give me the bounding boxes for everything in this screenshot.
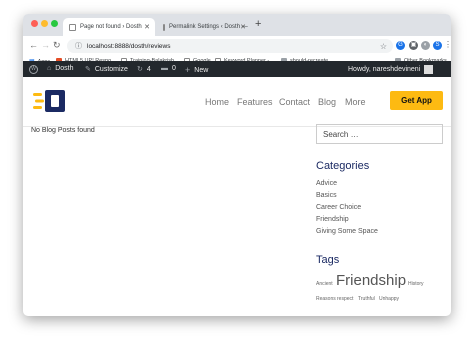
category-link[interactable]: Advice	[316, 180, 337, 187]
wp-logo-button[interactable]: W	[29, 65, 38, 74]
close-tab-icon[interactable]: ✕	[144, 23, 150, 31]
category-link[interactable]: Career Choice	[316, 204, 361, 211]
site-name-link[interactable]: ⌂ Dosth	[47, 65, 74, 72]
tab-page-not-found[interactable]: Page not found › Dosth ✕	[63, 18, 155, 36]
updates-link[interactable]: ↻ 4	[137, 65, 151, 74]
comments-link[interactable]: ▬ 0	[161, 65, 176, 72]
address-bar: ← → ↻ ⓘ localhost:8888/dosth/reviews ☆ G…	[23, 36, 451, 56]
minimize-window-button[interactable]	[41, 20, 48, 27]
howdy-label: Howdy, nareshdevineni	[348, 66, 421, 73]
comment-icon: ▬	[161, 65, 168, 72]
new-content-link[interactable]: + New	[185, 65, 208, 75]
customize-label: Customize	[94, 65, 128, 73]
reload-icon[interactable]: ↻	[53, 40, 61, 51]
nav-contact[interactable]: Contact	[279, 97, 310, 107]
new-label: New	[194, 66, 209, 74]
brush-icon: ✎	[85, 66, 91, 73]
site-name-label: Dosth	[55, 65, 74, 72]
tag-link[interactable]: Ancient	[316, 281, 333, 287]
page-icon	[163, 23, 165, 31]
plus-icon: +	[185, 65, 191, 75]
no-posts-message: No Blog Posts found	[31, 127, 95, 134]
page-icon	[69, 23, 76, 31]
customize-link[interactable]: ✎ Customize	[85, 65, 128, 74]
maximize-window-button[interactable]	[51, 20, 58, 27]
account-menu[interactable]: Howdy, nareshdevineni	[348, 65, 434, 74]
wp-admin-bar: W ⌂ Dosth ✎ Customize ↻ 4 ▬ 0 + New Howd…	[23, 61, 451, 77]
camera-icon[interactable]: ▣	[409, 41, 418, 50]
profile-avatar[interactable]: S	[433, 41, 442, 50]
tab-strip: Page not found › Dosth ✕ Permalink Setti…	[23, 14, 451, 36]
tag-link[interactable]: Unhappy	[379, 296, 399, 302]
nav-home[interactable]: Home	[205, 97, 229, 107]
info-icon: ⓘ	[75, 43, 82, 50]
comments-count: 0	[172, 65, 176, 72]
categories-title: Categories	[316, 160, 370, 172]
menu-dots-icon[interactable]: ⋮	[444, 40, 451, 49]
get-app-button[interactable]: Get App	[390, 91, 443, 110]
extension-icon[interactable]: G	[396, 41, 405, 50]
home-icon: ⌂	[47, 65, 52, 72]
category-link[interactable]: Giving Some Space	[316, 228, 378, 235]
browser-window: Page not found › Dosth ✕ Permalink Setti…	[23, 14, 451, 316]
dosth-logo[interactable]	[33, 89, 69, 113]
tab-permalink-settings[interactable]: Permalink Settings ‹ Dosth — ✕	[157, 18, 251, 36]
tab-label: Page not found › Dosth	[80, 24, 142, 30]
avatar	[424, 65, 434, 74]
tab-label: Permalink Settings ‹ Dosth —	[169, 24, 248, 30]
tag-link[interactable]: Friendship	[336, 272, 406, 289]
updates-icon: ↻	[137, 66, 143, 73]
tag-link[interactable]: respect	[337, 296, 353, 302]
category-link[interactable]: Basics	[316, 192, 337, 199]
search-input[interactable]: Search …	[316, 124, 443, 144]
tag-link[interactable]: Truthful	[358, 296, 375, 302]
url-input[interactable]: ⓘ localhost:8888/dosth/reviews ☆	[67, 39, 393, 53]
url-text: localhost:8888/dosth/reviews	[87, 42, 171, 50]
tags-title: Tags	[316, 254, 340, 266]
updates-count: 4	[146, 65, 151, 73]
wordpress-icon: W	[29, 65, 38, 74]
forward-arrow-icon[interactable]: →	[41, 40, 50, 50]
tag-link[interactable]: History	[408, 281, 424, 287]
star-icon[interactable]: ☆	[380, 42, 387, 51]
tag-link[interactable]: Reasons	[316, 296, 336, 302]
extension-icon[interactable]: ◐	[421, 41, 430, 50]
close-window-button[interactable]	[31, 20, 38, 27]
new-tab-button[interactable]: +	[255, 18, 261, 30]
nav-more[interactable]: More	[345, 97, 366, 107]
back-arrow-icon[interactable]: ←	[29, 40, 38, 50]
category-link[interactable]: Friendship	[316, 216, 349, 223]
nav-features[interactable]: Features	[237, 97, 273, 107]
site-header: Home Features Contact Blog More Get App	[23, 77, 451, 127]
nav-blog[interactable]: Blog	[318, 97, 336, 107]
close-tab-icon[interactable]: ✕	[240, 23, 246, 31]
